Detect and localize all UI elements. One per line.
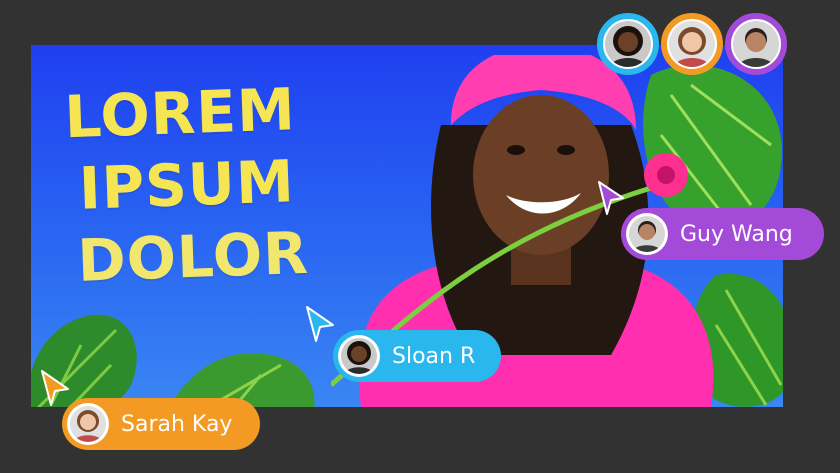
avatar-icon xyxy=(70,406,106,442)
avatar-icon xyxy=(341,338,377,374)
collaborator-name: Sloan R xyxy=(392,343,476,369)
flower-icon xyxy=(644,153,688,197)
collaborator-name: Sarah Kay xyxy=(121,411,233,437)
avatar xyxy=(67,403,109,445)
collaborator-tag-sarah-kay[interactable]: Sarah Kay xyxy=(62,398,260,450)
avatar-icon xyxy=(733,21,779,67)
collaborator-tag-sloan-r[interactable]: Sloan R xyxy=(333,330,501,382)
collaborator-avatars xyxy=(597,13,787,75)
cursor-arrow-icon xyxy=(306,306,334,342)
cursor-arrow-icon xyxy=(41,370,69,406)
monstera-leaf-bottom-center xyxy=(169,353,315,407)
headline-line-1: LOREM xyxy=(63,75,297,152)
avatar xyxy=(626,213,668,255)
collaborator-avatar-3[interactable] xyxy=(725,13,787,75)
avatar-icon xyxy=(669,21,715,67)
headline-text[interactable]: LOREM IPSUM DOLOR xyxy=(63,73,310,297)
collaborator-tag-guy-wang[interactable]: Guy Wang xyxy=(621,208,824,260)
headline-line-2: IPSUM xyxy=(77,147,296,223)
collaborator-avatar-1[interactable] xyxy=(597,13,659,75)
cursor-arrow-icon xyxy=(598,181,624,215)
headline-line-3: DOLOR xyxy=(76,218,310,295)
collaborator-name: Guy Wang xyxy=(680,221,793,247)
avatar-icon xyxy=(629,216,665,252)
avatar xyxy=(338,335,380,377)
avatar-icon xyxy=(605,21,651,67)
collaborator-avatar-2[interactable] xyxy=(661,13,723,75)
